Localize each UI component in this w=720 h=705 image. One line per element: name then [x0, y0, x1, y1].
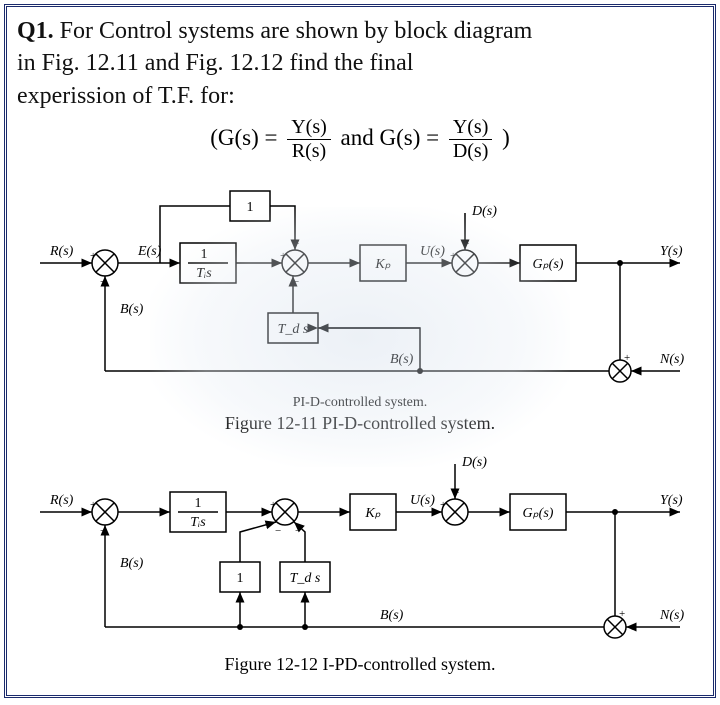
frac2-den: D(s) — [449, 140, 493, 163]
frac1-den: R(s) — [287, 140, 331, 163]
gp-label: Gₚ(s) — [533, 257, 564, 272]
sig-N: N(s) — [659, 352, 684, 367]
sig-U2: U(s) — [410, 493, 435, 508]
gp2-label: Gₚ(s) — [523, 506, 554, 521]
int-den: Tᵢs — [196, 266, 212, 281]
question-label: Q1. — [17, 18, 54, 44]
svg-text:+: + — [270, 499, 276, 511]
sig-N2: N(s) — [659, 608, 684, 623]
sig-Y: Y(s) — [660, 244, 683, 259]
kp-label: Kₚ — [374, 257, 390, 272]
page-frame: Q1. For Control systems are shown by blo… — [4, 4, 716, 698]
svg-text:+: + — [90, 250, 96, 262]
sig-E: E(s) — [137, 244, 162, 259]
frac2-num: Y(s) — [449, 116, 493, 140]
kp2-label: Kₚ — [364, 506, 380, 521]
svg-text:−: − — [275, 525, 281, 537]
sig-Bfb: B(s) — [120, 302, 144, 317]
question-line2: in Fig. 12.11 and Fig. 12.12 find the fi… — [17, 50, 413, 76]
question-line1: For Control systems are shown by block d… — [60, 18, 533, 44]
fraction-yr: Y(s) R(s) — [287, 116, 331, 163]
fig2-caption: Figure 12-12 I-PD-controlled system. — [17, 654, 703, 675]
figure-12-11: R(s) +− E(s) 1 Tᵢs ++− 1 T_d s Kₚ U(s) — [20, 173, 700, 393]
fig1-subcaption: PI-D-controlled system. — [17, 395, 703, 411]
sig-R2: R(s) — [49, 493, 74, 508]
tf-formula: (G(s) = Y(s) R(s) and G(s) = Y(s) D(s) ) — [17, 116, 703, 163]
svg-text:+: + — [629, 622, 635, 634]
formula-lead: (G(s) = — [210, 125, 277, 150]
svg-text:+: + — [463, 238, 469, 250]
int2-num: 1 — [195, 496, 202, 511]
sig-B: B(s) — [390, 352, 414, 367]
sig-U: U(s) — [420, 244, 445, 259]
one-label: 1 — [247, 200, 254, 215]
td-label: T_d s — [278, 322, 309, 337]
svg-text:+: + — [624, 352, 630, 364]
sig-Bfb2: B(s) — [120, 556, 144, 571]
int2-den: Tᵢs — [190, 515, 206, 530]
svg-text:+: + — [293, 238, 299, 250]
svg-text:+: + — [450, 250, 456, 262]
question-text: Q1. For Control systems are shown by blo… — [17, 15, 703, 112]
one2-label: 1 — [237, 571, 244, 586]
svg-text:+: + — [619, 608, 625, 620]
sig-Y2: Y(s) — [660, 493, 683, 508]
sig-B2: B(s) — [380, 608, 404, 623]
int-num: 1 — [201, 247, 208, 262]
fig1-caption: Figure 12-11 PI-D-controlled system. — [17, 413, 703, 434]
sig-D: D(s) — [471, 204, 497, 219]
frac1-num: Y(s) — [287, 116, 331, 140]
svg-text:+: + — [453, 487, 459, 499]
sig-D2: D(s) — [461, 455, 487, 470]
sig-R: R(s) — [49, 244, 74, 259]
svg-text:+: + — [440, 499, 446, 511]
formula-mid: and G(s) = — [341, 125, 440, 150]
svg-text:−: − — [293, 276, 299, 288]
svg-text:+: + — [280, 250, 286, 262]
formula-tail: ) — [502, 125, 510, 150]
svg-text:+: + — [90, 499, 96, 511]
question-line3: experission of T.F. for: — [17, 83, 235, 109]
td2-label: T_d s — [290, 571, 321, 586]
fraction-yd: Y(s) D(s) — [449, 116, 493, 163]
svg-text:+: + — [634, 366, 640, 378]
figure-12-12: R(s) +− 1 Tᵢs +−− Kₚ U(s) ++ D(s) Gₚ(s) … — [20, 442, 700, 652]
